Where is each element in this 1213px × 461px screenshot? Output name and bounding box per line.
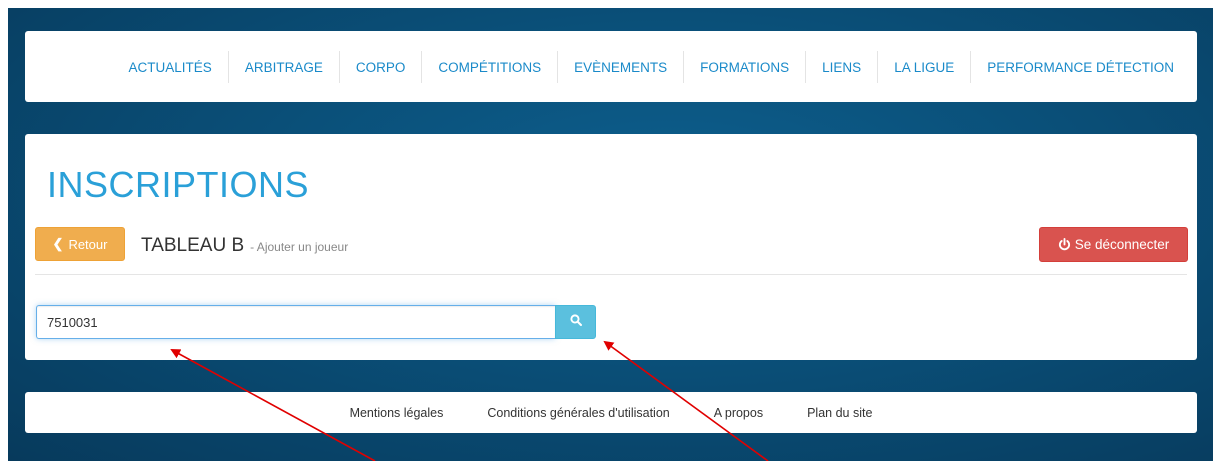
back-button[interactable]: ❮ Retour — [35, 227, 125, 261]
nav-item-actualites[interactable]: ACTUALITÉS — [113, 51, 228, 83]
page-background: ACTUALITÉS ARBITRAGE CORPO COMPÉTITIONS … — [8, 8, 1213, 461]
nav-item-competitions[interactable]: COMPÉTITIONS — [421, 51, 557, 83]
top-navigation: ACTUALITÉS ARBITRAGE CORPO COMPÉTITIONS … — [25, 31, 1197, 102]
nav-item-formations[interactable]: FORMATIONS — [683, 51, 805, 83]
nav-item-la-ligue[interactable]: LA LIGUE — [877, 51, 970, 83]
power-icon — [1058, 238, 1071, 251]
player-search — [36, 305, 596, 339]
search-input[interactable] — [36, 305, 555, 339]
footer-link-plan-du-site[interactable]: Plan du site — [807, 406, 872, 420]
search-button[interactable] — [555, 305, 596, 339]
nav-item-liens[interactable]: LIENS — [805, 51, 877, 83]
table-subtitle: - Ajouter un joueur — [250, 240, 349, 254]
logout-button[interactable]: Se déconnecter — [1039, 227, 1188, 262]
nav-menu: ACTUALITÉS ARBITRAGE CORPO COMPÉTITIONS … — [113, 51, 1190, 83]
footer: Mentions légales Conditions générales d'… — [25, 392, 1197, 433]
nav-item-corpo[interactable]: CORPO — [338, 51, 422, 83]
logout-button-label: Se déconnecter — [1074, 237, 1170, 252]
page-title: INSCRIPTIONS — [47, 164, 310, 205]
table-title: TABLEAU B — [141, 235, 245, 256]
nav-item-arbitrage[interactable]: ARBITRAGE — [227, 51, 339, 83]
nav-item-evenements[interactable]: EVÈNEMENTS — [557, 51, 683, 83]
footer-link-conditions[interactable]: Conditions générales d'utilisation — [487, 406, 669, 420]
table-heading: TABLEAU B - Ajouter un joueur — [141, 235, 348, 257]
footer-link-a-propos[interactable]: A propos — [714, 406, 763, 420]
inscriptions-panel: INSCRIPTIONS ❮ Retour TABLEAU B - Ajoute… — [25, 134, 1197, 360]
back-button-label: Retour — [68, 236, 108, 252]
nav-item-performance-detection[interactable]: PERFORMANCE DÉTECTION — [970, 51, 1190, 83]
footer-link-mentions-legales[interactable]: Mentions légales — [350, 406, 444, 420]
divider — [35, 274, 1187, 275]
search-icon — [569, 313, 582, 331]
chevron-left-icon: ❮ — [52, 236, 64, 251]
